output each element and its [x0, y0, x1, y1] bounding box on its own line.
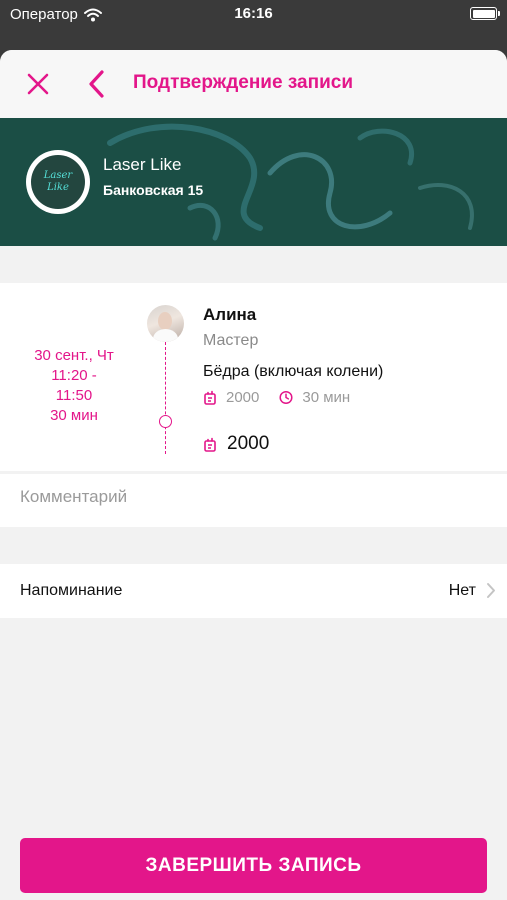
close-icon[interactable]	[24, 70, 52, 98]
reminder-label: Напоминание	[20, 582, 123, 599]
logo-image: Laser Like	[31, 155, 85, 209]
salon-logo: Laser Like	[26, 150, 90, 214]
salon-name: Laser Like	[103, 155, 182, 174]
service-duration: 30 мин	[302, 389, 351, 406]
master-name: Алина	[203, 305, 257, 324]
timeline-dot	[159, 415, 172, 428]
service-name: Бёдра (включая колени)	[203, 363, 384, 380]
salon-address: Банковская 15	[103, 182, 204, 198]
complete-booking-button[interactable]: ЗАВЕРШИТЬ ЗАПИСЬ	[20, 838, 487, 893]
page-title: Подтверждение записи	[133, 72, 353, 93]
battery-level	[472, 9, 495, 18]
booking-time-end: 11:50	[55, 387, 93, 404]
service-meta: 2000 30 мин	[203, 389, 350, 406]
booking-time-start: 11:20 -	[51, 367, 97, 384]
navigation-bar: Подтверждение записи	[0, 50, 507, 118]
chevron-right-icon	[487, 583, 495, 598]
comment-section	[0, 474, 507, 527]
clock: 16:16	[234, 5, 273, 22]
booking-date: 30 сент., Чт	[34, 347, 114, 364]
avatar	[147, 305, 184, 342]
battery-icon	[470, 7, 500, 20]
booking-confirmation-sheet: Подтверждение записи Laser Like Laser Li…	[0, 50, 507, 900]
price-tag-icon	[204, 437, 216, 452]
chevron-left-icon[interactable]	[84, 68, 110, 100]
booking-details: 30 сент., Чт 11:20 - 11:50 30 мин Алина …	[0, 283, 507, 504]
booking-datetime: 30 сент., Чт 11:20 - 11:50 30 мин	[10, 346, 138, 426]
booking-total: 2000	[203, 433, 269, 455]
reminder-value: Нет	[448, 582, 476, 599]
booking-duration: 30 мин	[50, 407, 98, 424]
status-bar: Оператор 16:16	[0, 0, 507, 30]
reminder-row[interactable]: Напоминание Нет	[0, 564, 507, 618]
clock-icon	[279, 390, 293, 405]
service-price: 2000	[226, 389, 260, 406]
price-tag-icon	[204, 390, 216, 405]
salon-banner: Laser Like Laser Like Банковская 15	[0, 118, 507, 246]
total-price: 2000	[227, 433, 270, 454]
master-role: Мастер	[203, 332, 259, 349]
timeline-line	[165, 342, 166, 454]
comment-input[interactable]	[20, 487, 490, 507]
